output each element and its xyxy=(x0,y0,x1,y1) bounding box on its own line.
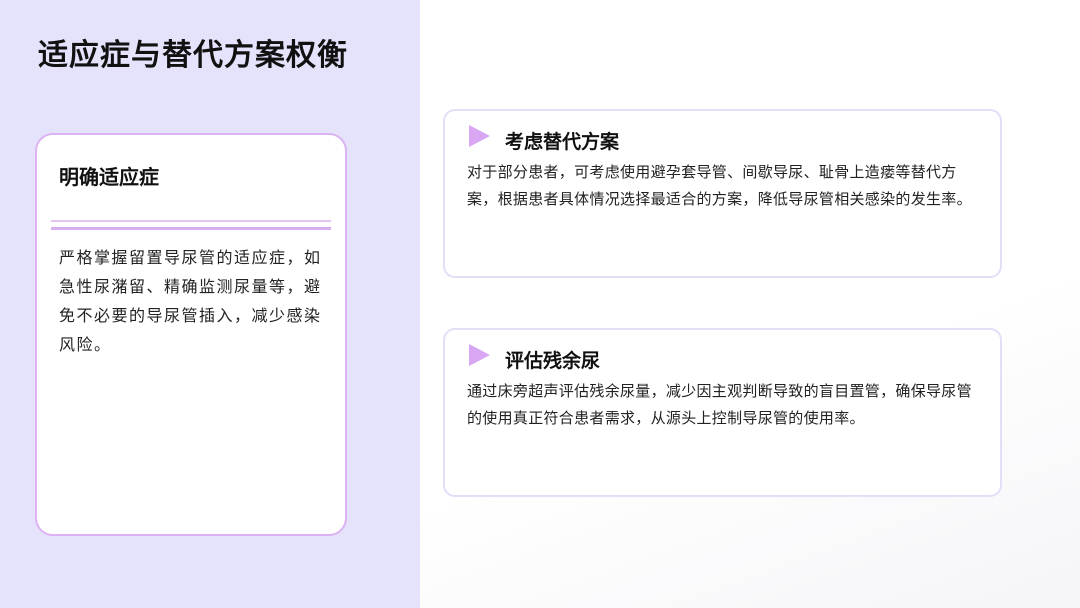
residual-urine-card: 评估残余尿 通过床旁超声评估残余尿量，减少因主观判断导致的盲目置管，确保导尿管的… xyxy=(443,328,1002,497)
right-background-panel xyxy=(420,0,1080,608)
alternative-option-text: 对于部分患者，可考虑使用避孕套导管、间歇导尿、耻骨上造瘘等替代方案，根据患者具体… xyxy=(467,163,972,208)
indication-card-title: 明确适应症 xyxy=(59,165,159,189)
residual-urine-text: 通过床旁超声评估残余尿量，减少因主观判断导致的盲目置管，确保导尿管的使用真正符合… xyxy=(467,382,972,427)
alternative-option-card: 考虑替代方案 对于部分患者，可考虑使用避孕套导管、间歇导尿、耻骨上造瘘等替代方案… xyxy=(443,109,1002,278)
play-triangle-icon xyxy=(469,344,490,366)
indication-card-text: 严格掌握留置导尿管的适应症，如急性尿潴留、精确监测尿量等，避免不必要的导尿管插入… xyxy=(59,248,322,354)
alternative-option-title: 考虑替代方案 xyxy=(505,131,620,153)
residual-urine-title: 评估残余尿 xyxy=(505,350,601,372)
indication-card: 明确适应症 严格掌握留置导尿管的适应症，如急性尿潴留、精确监测尿量等，避免不必要… xyxy=(35,133,347,536)
page-title: 适应症与替代方案权衡 xyxy=(38,38,348,73)
play-triangle-icon xyxy=(469,125,490,147)
card-divider xyxy=(51,220,331,230)
